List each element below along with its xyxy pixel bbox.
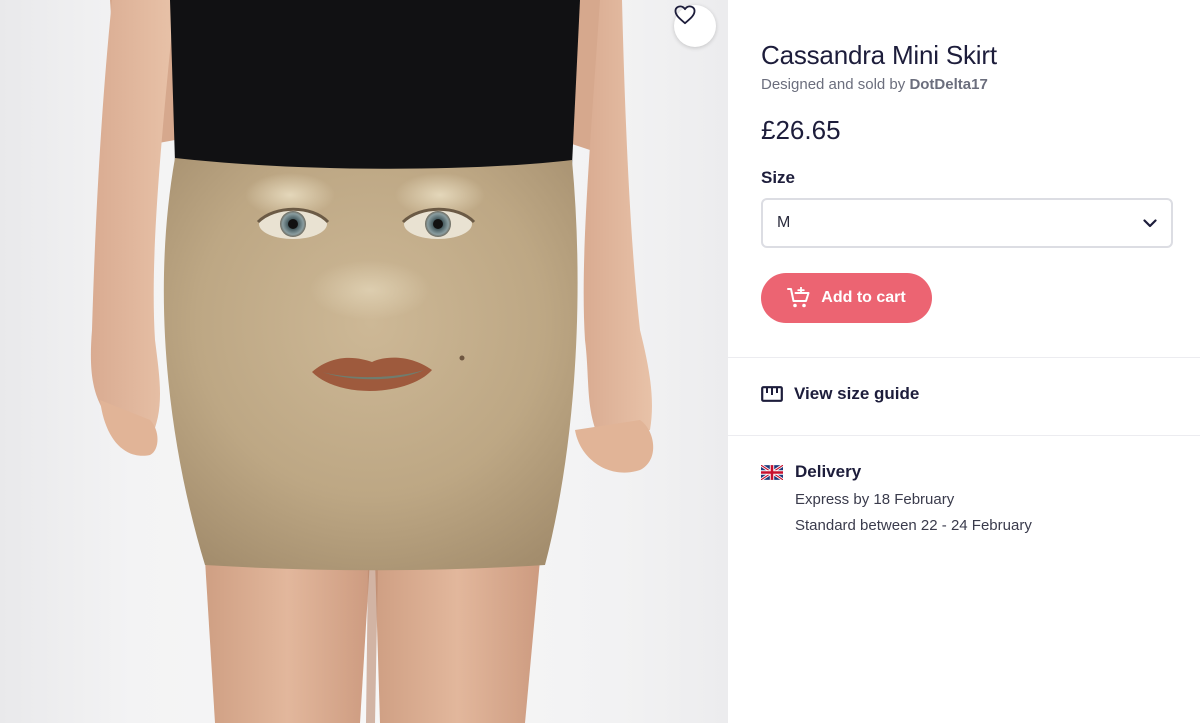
chevron-down-icon <box>1143 218 1157 227</box>
seller-name-link[interactable]: DotDelta17 <box>909 76 987 93</box>
seller-info: Designed and sold by DotDelta17 <box>761 76 988 93</box>
delivery-standard: Standard between 22 - 24 February <box>795 517 1032 534</box>
delivery-label: Delivery <box>795 462 862 481</box>
product-title: Cassandra Mini Skirt <box>761 40 997 70</box>
seller-prefix: Designed and sold by <box>761 76 906 93</box>
ruler-icon <box>761 386 783 402</box>
section-divider <box>728 357 1200 358</box>
delivery-express: Express by 18 February <box>795 491 955 508</box>
add-to-cart-button[interactable]: Add to cart <box>761 273 932 323</box>
uk-flag-icon <box>761 464 783 480</box>
product-photo <box>90 0 654 723</box>
heart-icon <box>674 5 696 25</box>
cart-plus-icon <box>787 287 810 308</box>
size-guide-link[interactable]: View size guide <box>761 384 919 404</box>
size-selected-value: M <box>777 214 791 231</box>
size-label: Size <box>761 168 796 187</box>
product-details-panel: Cassandra Mini Skirt Designed and sold b… <box>728 0 1200 723</box>
delivery-section: Delivery Express by 18 February Standard… <box>761 462 1032 534</box>
size-guide-label: View size guide <box>794 384 920 403</box>
size-select[interactable]: M <box>761 198 1173 248</box>
add-to-cart-label: Add to cart <box>821 289 906 306</box>
section-divider <box>728 435 1200 436</box>
favorite-button[interactable] <box>674 5 716 47</box>
product-price: £26.65 <box>761 115 841 145</box>
product-image-panel <box>0 0 728 723</box>
